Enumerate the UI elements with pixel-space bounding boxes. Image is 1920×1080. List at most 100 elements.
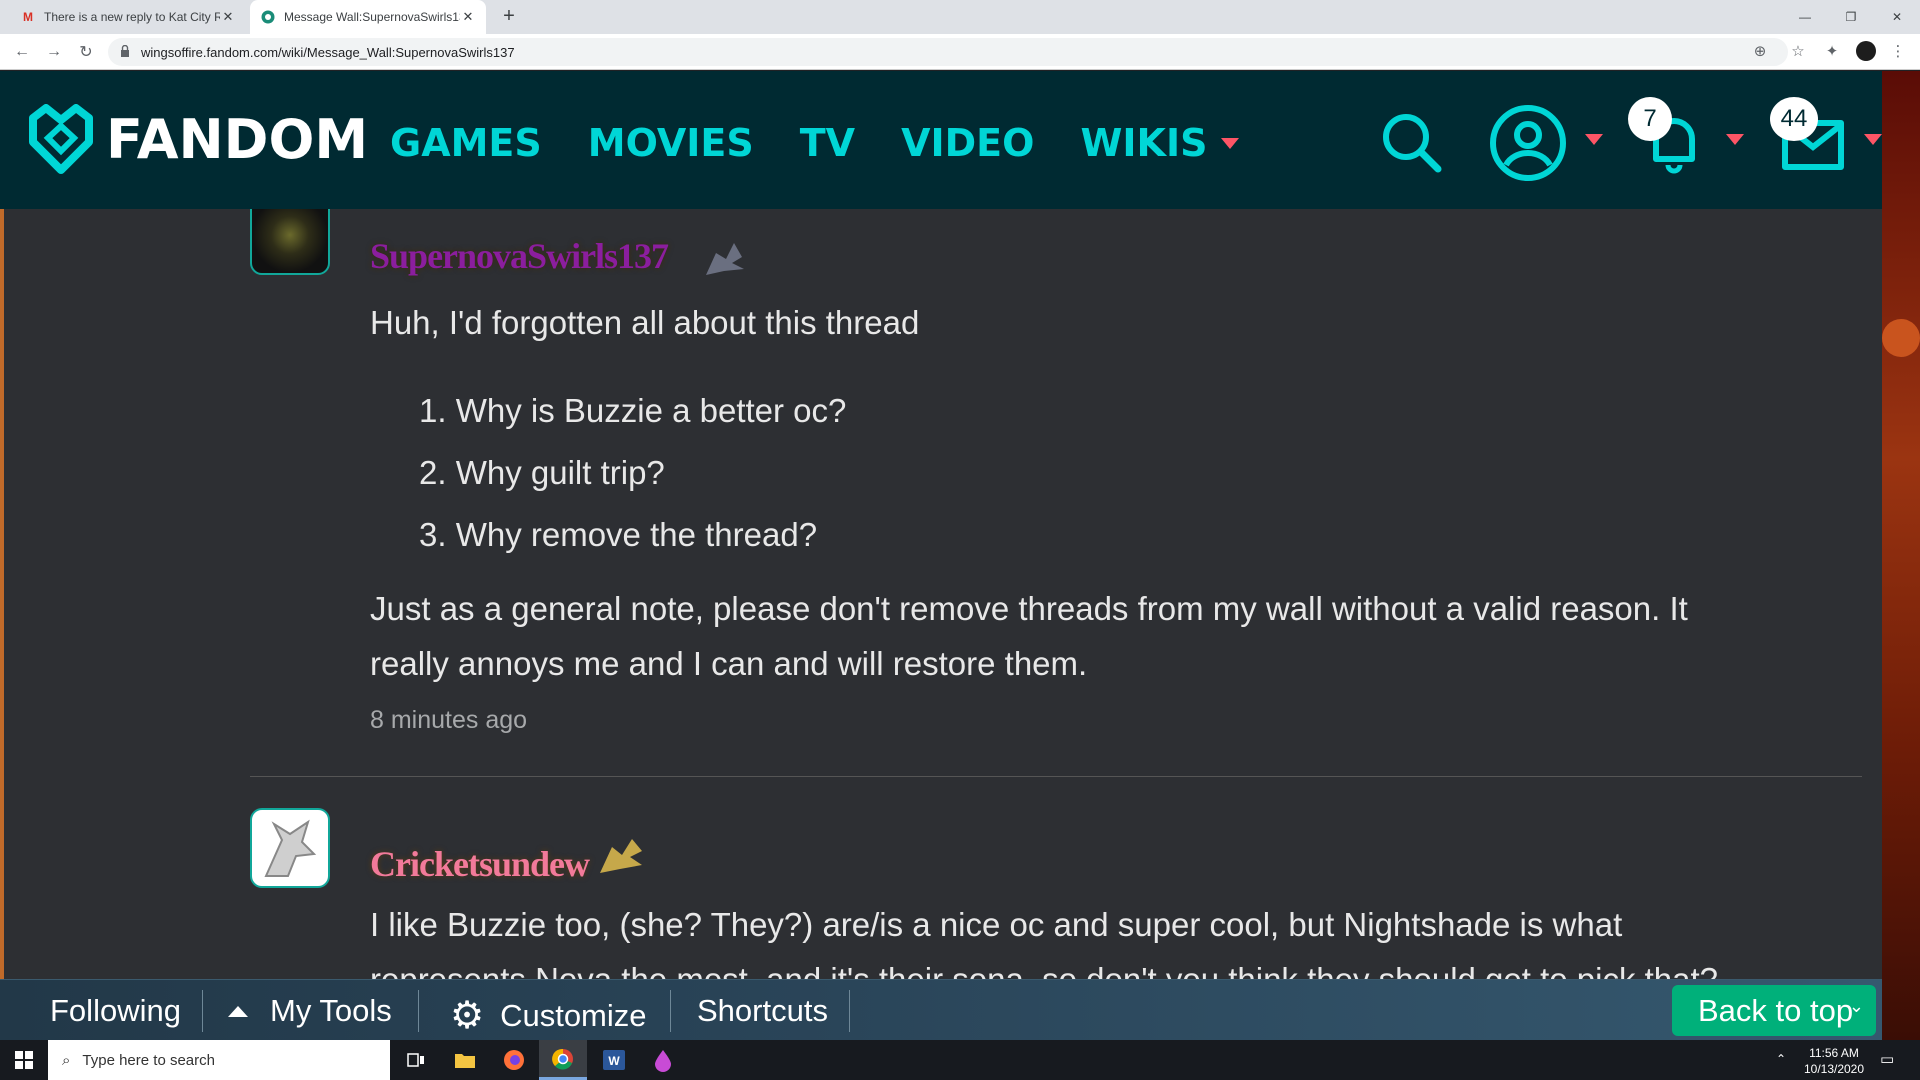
avatar[interactable] (250, 808, 330, 888)
chrome-icon[interactable] (539, 1040, 587, 1080)
nav-tv[interactable]: TV (800, 121, 855, 165)
browser-toolbar: ← → ↻ wingsoffire.fandom.com/wiki/Messag… (0, 34, 1920, 70)
menu-dots-icon[interactable]: ⋮ (1888, 42, 1908, 62)
nav-movies[interactable]: MOVIES (588, 121, 754, 165)
clock-time: 11:56 AM (1809, 1046, 1859, 1060)
reply-author-name: Cricketsundew (370, 844, 590, 884)
chevron-down-icon[interactable] (1585, 134, 1603, 145)
notifications-badge: 7 (1628, 97, 1672, 141)
close-tab-icon[interactable]: ✕ (220, 9, 236, 25)
tab-message-wall[interactable]: Message Wall:SupernovaSwirls13 ✕ (250, 0, 486, 34)
reply-text: Huh, I'd forgotten all about this thread (370, 304, 920, 341)
svg-text:W: W (608, 1054, 620, 1068)
following-button[interactable]: Following (50, 993, 181, 1029)
user-account-icon[interactable] (1488, 103, 1568, 183)
list-text: Why is Buzzie a better oc? (455, 392, 847, 429)
forward-icon[interactable]: → (42, 40, 66, 64)
customize-label: Customize (500, 997, 647, 1033)
lock-icon (121, 45, 129, 57)
taskbar-search-box[interactable]: ⌕ Type here to search (48, 1040, 390, 1080)
reply-divider (250, 776, 1862, 777)
my-tools-label: My Tools (270, 993, 392, 1028)
basketball-decoration (1882, 319, 1920, 357)
search-icon[interactable] (1380, 111, 1444, 175)
back-icon[interactable]: ← (10, 40, 34, 64)
address-bar[interactable]: wingsoffire.fandom.com/wiki/Message_Wall… (108, 38, 1805, 66)
bookmark-star-icon[interactable]: ☆ (1788, 42, 1808, 62)
extensions-icon[interactable]: ✦ (1822, 42, 1842, 62)
dragon-badge-icon (706, 243, 744, 275)
toolbar-divider (670, 990, 671, 1032)
nav-games[interactable]: GAMES (390, 121, 542, 165)
avatar[interactable] (250, 209, 330, 275)
list-item: 1. Why is Buzzie a better oc? (419, 392, 846, 454)
shortcuts-button[interactable]: Shortcuts (697, 993, 828, 1029)
file-explorer-icon[interactable] (441, 1040, 489, 1080)
clock-date: 10/13/2020 (1803, 1062, 1865, 1076)
reload-icon[interactable]: ↻ (74, 40, 98, 64)
browser-tab-strip: M There is a new reply to Kat City R ✕ M… (0, 0, 1920, 34)
zoom-icon[interactable]: ⊕ (1750, 42, 1770, 62)
messages-badge: 44 (1770, 97, 1818, 141)
task-view-icon[interactable] (392, 1040, 440, 1080)
fandom-heart-icon (29, 104, 93, 174)
my-tools-button[interactable]: My Tools (228, 993, 392, 1029)
back-to-top-button[interactable]: Back to top ⌄ (1672, 985, 1876, 1036)
dragon-badge-icon (600, 839, 642, 873)
reply-text-line: I like Buzzie too, (she? They?) are/is a… (370, 906, 1623, 943)
dragon-avatar-icon (264, 819, 317, 877)
fandom-icon (260, 9, 276, 25)
nav-wikis[interactable]: WIKIS (1080, 121, 1240, 165)
list-item: 2. Why guilt trip? (419, 454, 846, 516)
tab-gmail[interactable]: M There is a new reply to Kat City R ✕ (10, 0, 246, 34)
notification-center-icon[interactable]: ▭ (1880, 1050, 1894, 1068)
url-text: wingsoffire.fandom.com/wiki/Message_Wall… (141, 45, 515, 60)
list-text: Why guilt trip? (455, 454, 665, 491)
toolbar-divider (418, 990, 419, 1032)
list-number: 3. (419, 516, 447, 553)
reply-text: I like Buzzie too, (she? They?) are/is a… (370, 897, 1718, 979)
chevron-down-icon[interactable] (1726, 134, 1744, 145)
toolbar-divider (202, 990, 203, 1032)
gear-icon: ⚙ (450, 995, 485, 1037)
reply-text-line: Just as a general note, please don't rem… (370, 590, 1688, 627)
customize-button[interactable]: ⚙ Customize (450, 993, 647, 1038)
reply-text: Just as a general note, please don't rem… (370, 581, 1688, 691)
wiki-toolbar: Following My Tools ⚙ Customize Shortcuts… (0, 979, 1882, 1040)
chevron-down-icon: ⌄ (1848, 996, 1864, 1016)
main-nav: GAMES MOVIES TV VIDEO WIKIS (390, 121, 1285, 165)
search-placeholder: Type here to search (82, 1051, 215, 1069)
word-icon[interactable]: W (590, 1040, 638, 1080)
reply-author-name: SupernovaSwirls137 (370, 236, 669, 276)
restore-button[interactable]: ❐ (1828, 0, 1874, 34)
minimize-button[interactable]: — (1782, 0, 1828, 34)
close-tab-icon[interactable]: ✕ (460, 9, 476, 25)
nav-video[interactable]: VIDEO (901, 121, 1034, 165)
close-window-button[interactable]: ✕ (1874, 0, 1920, 34)
reply-author[interactable]: Cricketsundew (370, 843, 590, 885)
nav-wikis-label: WIKIS (1080, 121, 1208, 165)
tab-title: Message Wall:SupernovaSwirls13 (284, 10, 460, 24)
reply-list: 1. Why is Buzzie a better oc? 2. Why gui… (419, 392, 846, 578)
tab-title: There is a new reply to Kat City R (44, 10, 220, 24)
reply-author[interactable]: SupernovaSwirls137 (370, 235, 669, 277)
new-tab-button[interactable]: + (498, 6, 520, 28)
start-button[interactable] (0, 1040, 48, 1080)
firefox-icon[interactable] (490, 1040, 538, 1080)
list-text: Why remove the thread? (455, 516, 818, 553)
timestamp[interactable]: 8 minutes ago (370, 706, 527, 735)
windows-taskbar: ⌕ Type here to search W ⌃ 11:56 AM 10/13… (0, 1040, 1920, 1080)
reply-text-line: represents Nova the most, and it's their… (370, 952, 1718, 979)
paint-app-icon[interactable] (639, 1040, 687, 1080)
system-clock[interactable]: 11:56 AM 10/13/2020 (1784, 1045, 1884, 1077)
fandom-logo[interactable]: FANDOM (28, 104, 368, 174)
shortcuts-label: Shortcuts (697, 993, 828, 1028)
following-label: Following (50, 993, 181, 1028)
chevron-down-icon[interactable] (1864, 134, 1882, 145)
gmail-icon: M (23, 10, 33, 24)
reply-text-line: really annoys me and I can and will rest… (370, 645, 1088, 682)
list-number: 2. (419, 454, 447, 491)
message-thread: SupernovaSwirls137 Huh, I'd forgotten al… (4, 209, 1882, 979)
search-icon: ⌕ (62, 1051, 71, 1069)
profile-avatar[interactable] (1856, 41, 1876, 61)
